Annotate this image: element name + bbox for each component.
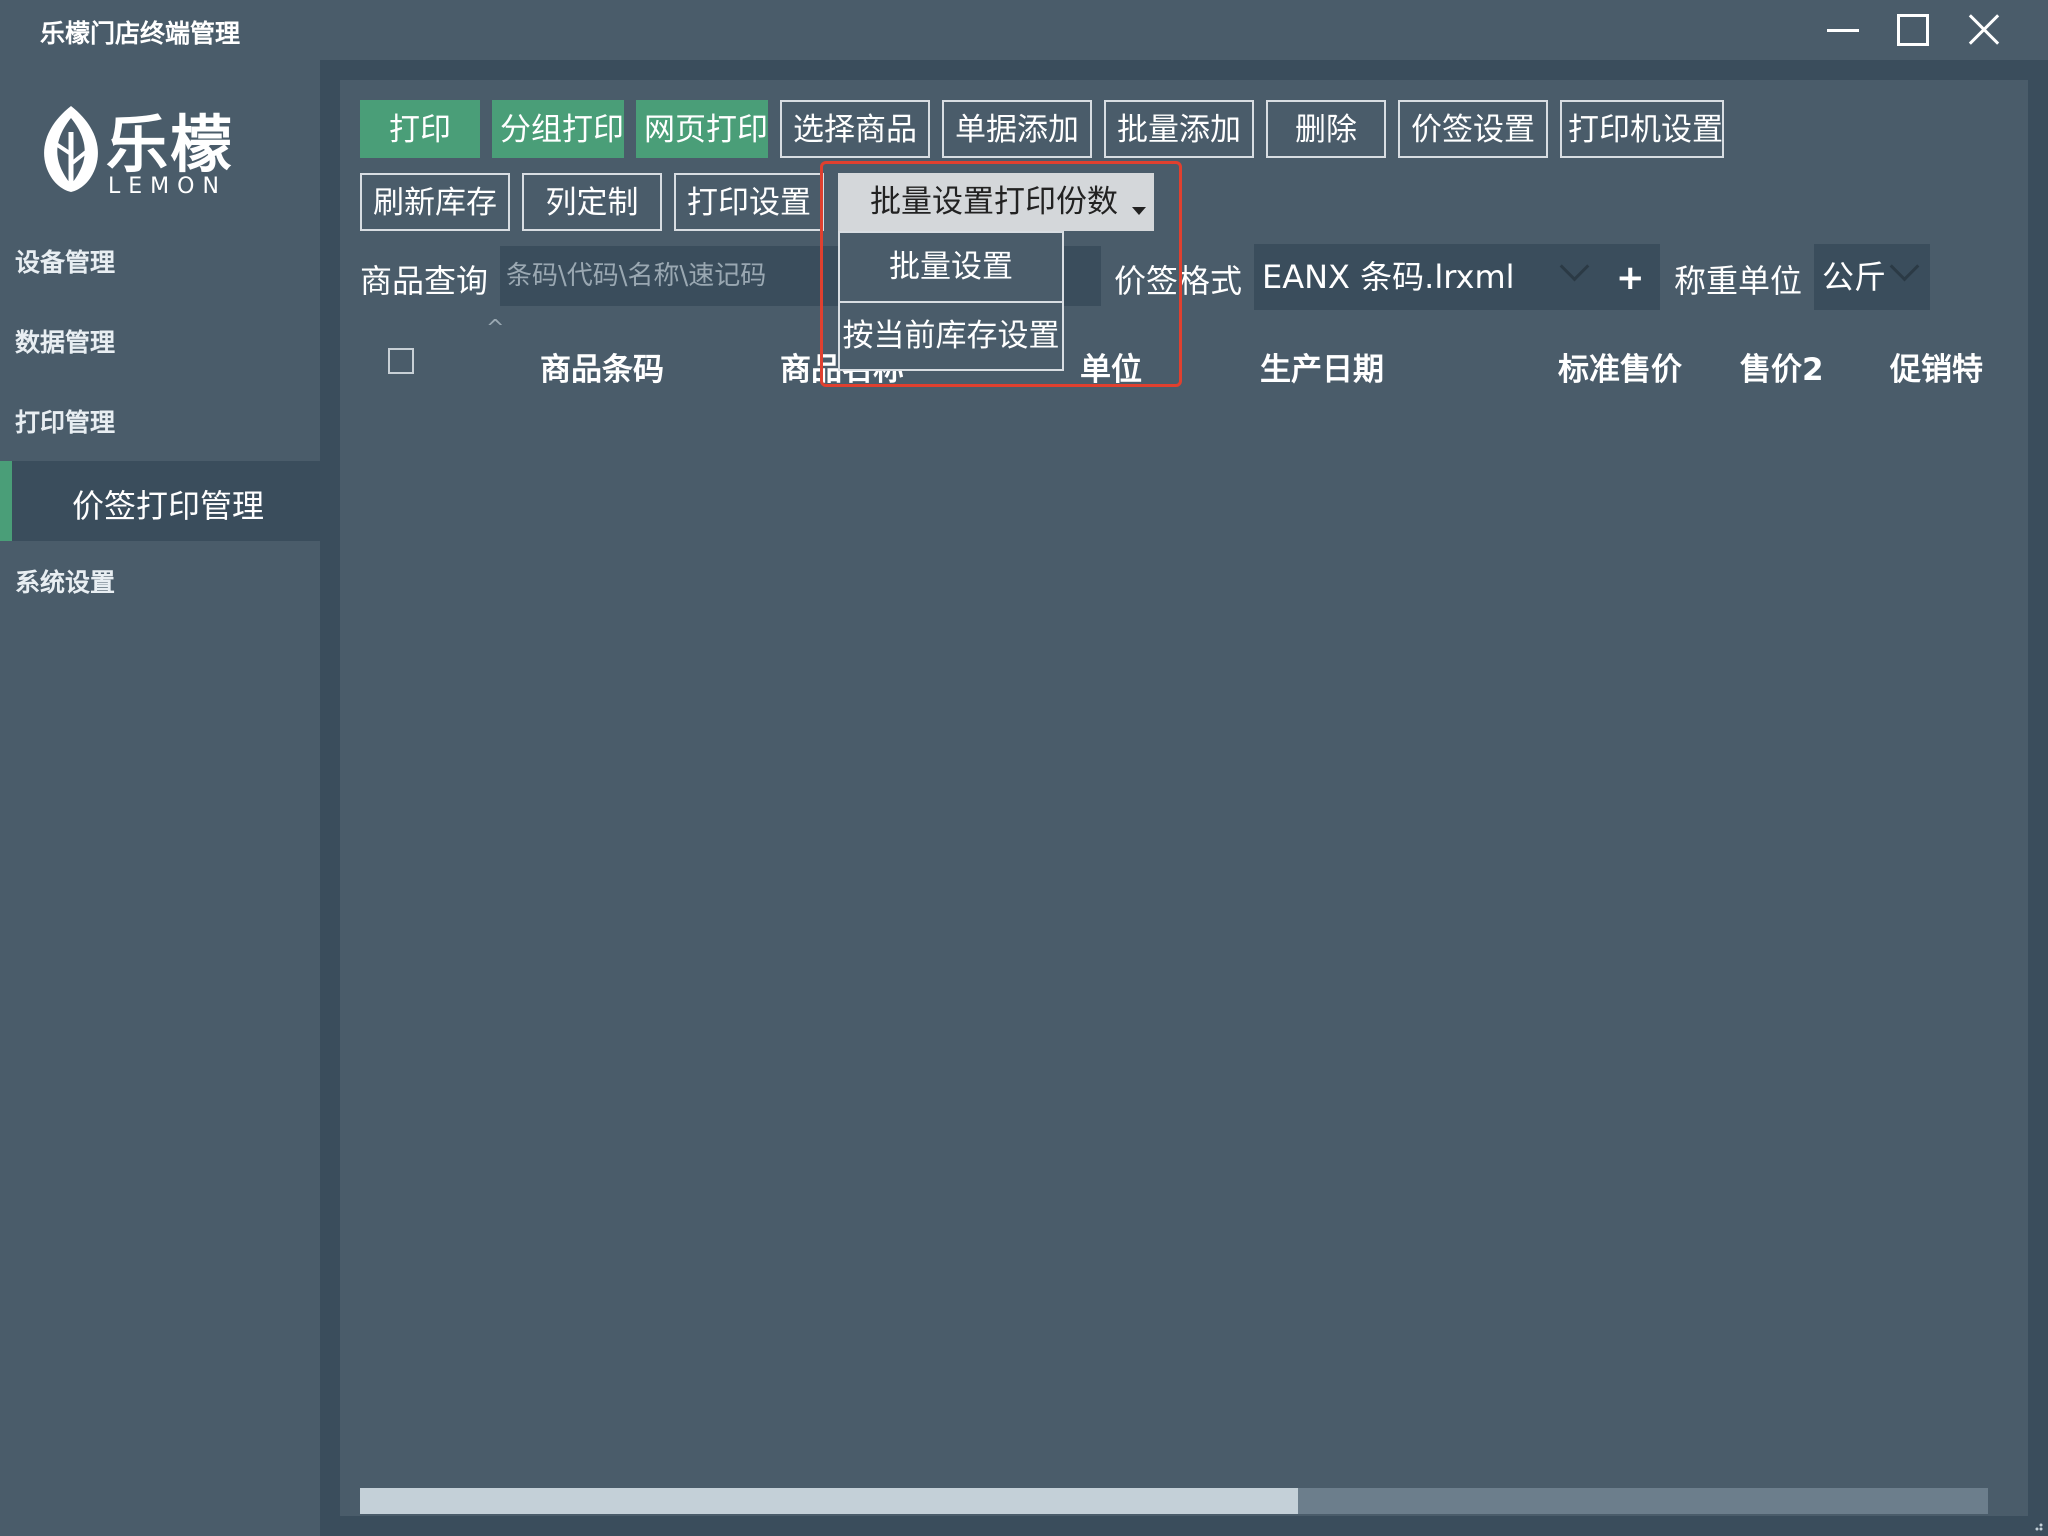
label-format-value: EANX 条码.lrxml: [1262, 258, 1515, 296]
resize-grip-icon[interactable]: [2028, 1516, 2044, 1532]
column-header-production-date[interactable]: 生产日期: [1260, 344, 1384, 389]
sidebar: 乐檬 LEMON 设备管理 数据管理 打印管理 价签打印管理 系统设置: [0, 60, 320, 1536]
horizontal-scrollbar-thumb[interactable]: [360, 1488, 1298, 1514]
column-header-price2[interactable]: 售价2: [1740, 344, 1824, 389]
chevron-down-icon: [1889, 251, 1920, 282]
search-label: 商品查询: [360, 262, 489, 300]
label-format-select[interactable]: EANX 条码.lrxml: [1254, 244, 1660, 310]
add-label-format-button[interactable]: +: [1616, 258, 1645, 298]
app-window: 乐檬门店终端管理 乐檬 LEMON 设备管理 数据管理 打印管理 价签打印管理 …: [0, 0, 2048, 1536]
add-by-document-button[interactable]: 单据添加: [942, 100, 1092, 158]
sidebar-item-label: 设备管理: [15, 248, 116, 277]
close-icon[interactable]: [1952, 8, 2012, 52]
sidebar-item-data-management[interactable]: 数据管理: [0, 303, 320, 383]
sidebar-item-label-print-management[interactable]: 价签打印管理: [0, 461, 320, 541]
printer-settings-button[interactable]: 打印机设置: [1560, 100, 1724, 158]
select-all-checkbox[interactable]: [388, 348, 414, 374]
delete-button[interactable]: 删除: [1266, 100, 1386, 158]
print-button[interactable]: 打印: [360, 100, 480, 158]
sort-up-icon: ^: [486, 316, 505, 341]
group-print-button[interactable]: 分组打印: [492, 100, 624, 158]
select-goods-button[interactable]: 选择商品: [780, 100, 930, 158]
batch-add-button[interactable]: 批量添加: [1104, 100, 1254, 158]
sidebar-item-label: 打印管理: [15, 408, 116, 437]
sidebar-item-label: 价签打印管理: [72, 487, 265, 525]
print-settings-button[interactable]: 打印设置: [674, 173, 824, 231]
weight-unit-value: 公斤: [1822, 258, 1887, 296]
logo-text: 乐檬: [106, 108, 235, 181]
chevron-down-icon: [1559, 251, 1590, 282]
minimize-icon[interactable]: [1813, 8, 1873, 52]
maximize-icon[interactable]: [1882, 8, 1942, 52]
sidebar-item-device-management[interactable]: 设备管理: [0, 223, 320, 303]
sidebar-item-label: 系统设置: [15, 568, 116, 597]
refresh-stock-button[interactable]: 刷新库存: [360, 173, 510, 231]
logo-subtext: LEMON: [108, 174, 227, 199]
sidebar-item-label: 数据管理: [15, 328, 116, 357]
column-header-barcode[interactable]: 商品条码: [540, 344, 664, 389]
column-header-promo-price[interactable]: 促销特: [1890, 344, 1983, 389]
window-title: 乐檬门店终端管理: [40, 19, 241, 48]
label-settings-button[interactable]: 价签设置: [1398, 100, 1548, 158]
column-header-standard-price[interactable]: 标准售价: [1558, 344, 1682, 389]
web-print-button[interactable]: 网页打印: [636, 100, 768, 158]
column-customize-button[interactable]: 列定制: [522, 173, 662, 231]
title-bar: 乐檬门店终端管理: [0, 0, 2048, 60]
active-indicator: [0, 461, 12, 541]
weight-unit-label: 称重单位: [1674, 262, 1803, 300]
lemon-logo: 乐檬 LEMON: [36, 96, 246, 206]
lemon-leaf-icon: [44, 106, 98, 192]
highlight-annotation: [820, 161, 1182, 387]
sidebar-item-system-settings[interactable]: 系统设置: [0, 543, 320, 623]
sidebar-item-print-management[interactable]: 打印管理: [0, 383, 320, 463]
weight-unit-select[interactable]: 公斤: [1814, 244, 1930, 310]
